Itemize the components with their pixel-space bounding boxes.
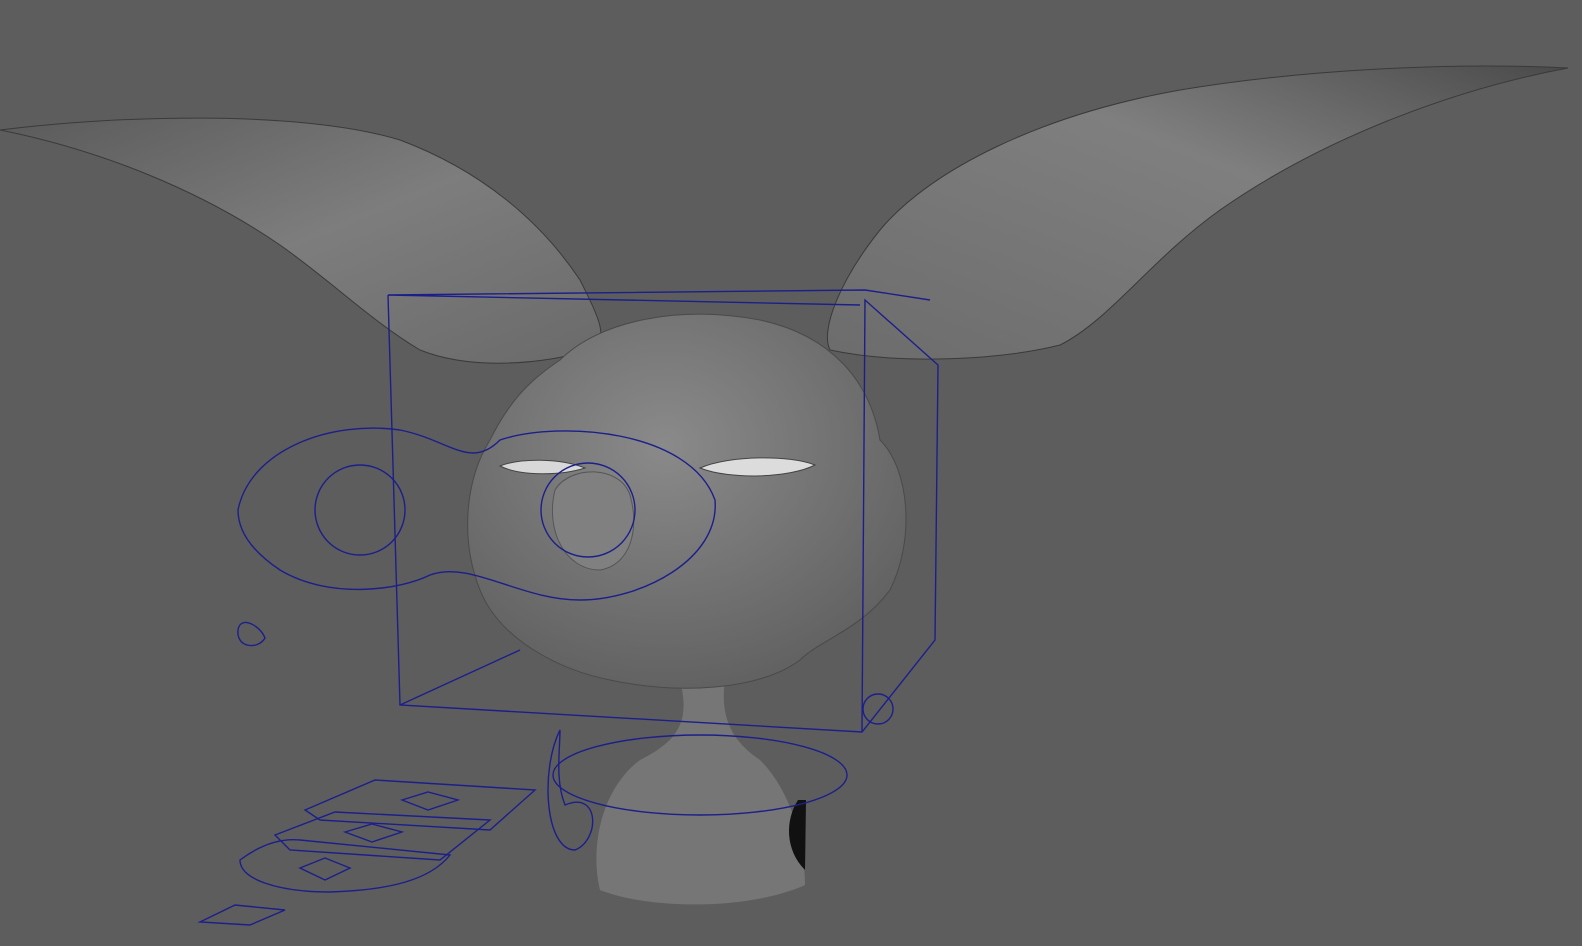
3d-viewport[interactable]	[0, 0, 1582, 946]
